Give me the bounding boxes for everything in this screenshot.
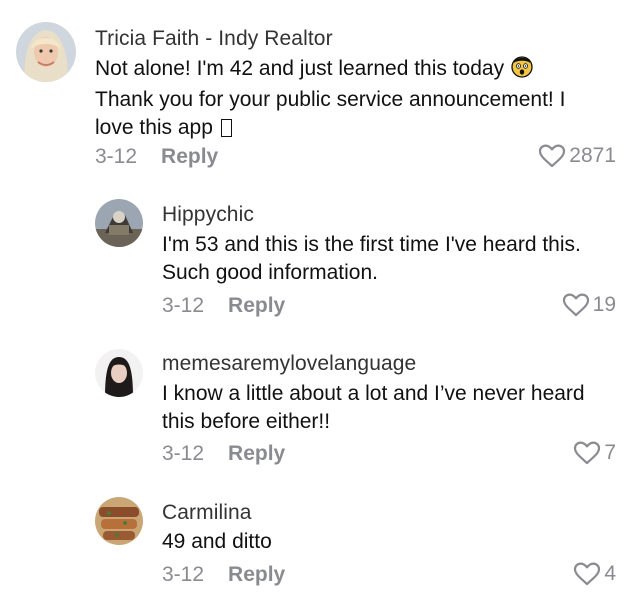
missing-glyph-icon [220,119,232,137]
comment-text: 49 and ditto [162,528,272,556]
comment-meta: 3-12 Reply [162,442,285,466]
like-count: 2871 [569,144,616,167]
heart-outline-icon [562,293,590,317]
like-button[interactable]: 2871 [538,144,616,168]
comment-text-line: I know a little about a lot and I’ve nev… [162,382,585,405]
comment-text: Not alone! I'm 42 and just learned this … [95,54,565,142]
comment-username[interactable]: Hippychic [162,203,254,227]
comment-username[interactable]: Carmilina [162,501,252,525]
avatar[interactable] [95,497,143,545]
avatar[interactable] [95,349,143,397]
like-count: 19 [592,293,616,316]
heart-outline-icon [573,441,601,465]
comment-text-line: 49 and ditto [162,530,272,553]
like-button[interactable]: 7 [573,441,616,465]
comment-text-line: Thank you for your public service announ… [95,88,566,111]
comment-date: 3-12 [162,563,205,586]
comment-text-line: Not alone! I'm 42 and just learned this … [95,57,505,80]
heart-outline-icon [573,562,601,586]
like-button[interactable]: 4 [573,562,616,586]
comment-date: 3-12 [95,145,138,168]
comment-meta: 3-12 Reply [162,294,285,318]
reply-button[interactable]: Reply [228,442,285,466]
reply-button[interactable]: Reply [228,294,285,318]
comment-meta: 3-12 Reply [95,145,218,169]
comment-text: I'm 53 and this is the first time I've h… [162,231,581,287]
comment-text-line: this before either!! [162,410,331,433]
heart-outline-icon [538,144,566,168]
comment-text-line: Such good information. [162,261,378,284]
like-count: 4 [604,562,616,585]
like-button[interactable]: 19 [562,293,616,317]
avatar[interactable] [95,199,143,247]
comment-text-line: love this app [95,116,213,139]
comment-text: I know a little about a lot and I’ve nev… [162,380,585,436]
comment-date: 3-12 [162,442,205,465]
reply-button[interactable]: Reply [161,145,218,169]
comment-date: 3-12 [162,294,205,317]
comment-meta: 3-12 Reply [162,563,285,587]
comment-text-line: I'm 53 and this is the first time I've h… [162,233,581,256]
reply-button[interactable]: Reply [228,563,285,587]
comment-username[interactable]: Tricia Faith - Indy Realtor [95,27,333,51]
like-count: 7 [604,441,616,464]
shocked-face-emoji-icon [510,54,534,86]
comment-username[interactable]: memesaremylovelanguage [162,352,416,376]
avatar[interactable] [16,22,76,82]
